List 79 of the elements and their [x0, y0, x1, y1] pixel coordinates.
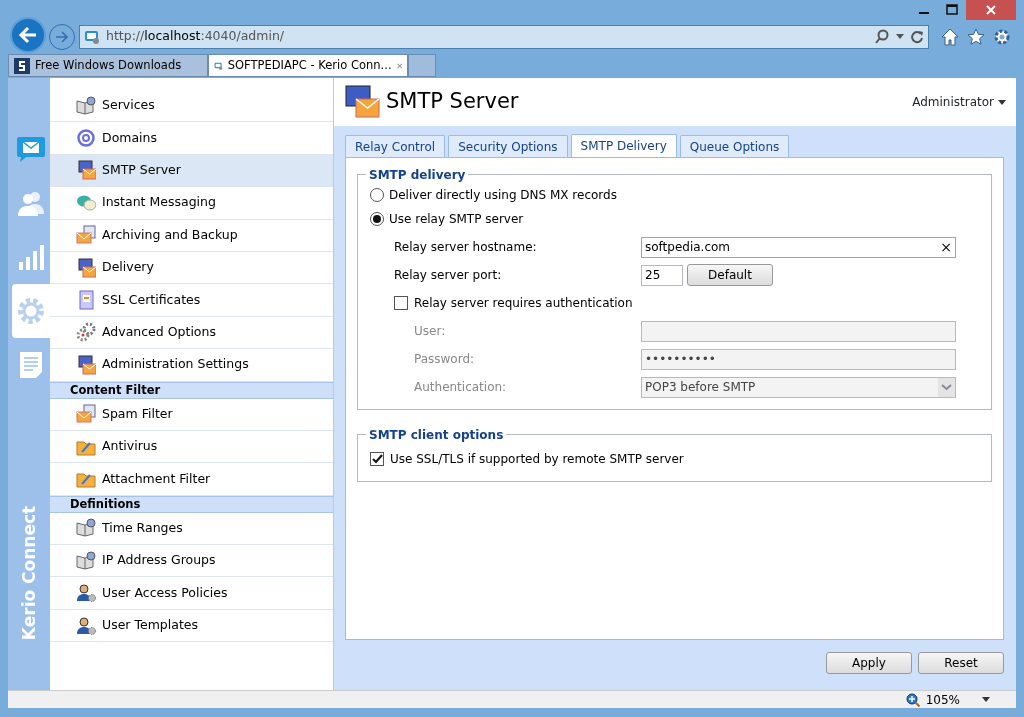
sidebar-item[interactable]: Spam Filter	[50, 398, 333, 431]
field-label: Relay server hostname:	[394, 239, 538, 256]
radio-button[interactable]	[370, 212, 384, 226]
section-legend: SMTP delivery	[366, 166, 469, 184]
envelope-icon	[76, 225, 96, 246]
sidebar-item[interactable]: User Templates	[50, 609, 333, 643]
sidebar-item[interactable]: Archiving and Backup	[50, 219, 333, 252]
radio-button[interactable]	[370, 188, 384, 202]
sidebar-item[interactable]: SSL Certificates	[50, 284, 333, 317]
apply-button[interactable]: Apply	[826, 652, 912, 674]
settings-icon[interactable]	[993, 27, 1011, 46]
tab[interactable]: SMTP Delivery	[570, 134, 677, 157]
book-icon	[76, 550, 96, 571]
port-field[interactable]: 25	[641, 264, 683, 286]
search-icon[interactable]	[874, 28, 890, 45]
page-title: SMTP Server	[386, 88, 519, 116]
sidebar-item[interactable]: Services	[50, 90, 333, 123]
sidebar-item[interactable]: Domains	[50, 122, 333, 155]
default-button[interactable]: Default	[687, 264, 773, 286]
sidebar-item[interactable]: SMTP Server	[50, 154, 333, 188]
sidebar-item[interactable]: Delivery	[50, 251, 333, 285]
field-label: Relay server port:	[394, 267, 503, 284]
back-button[interactable]	[10, 16, 46, 53]
radio-label: Use relay SMTP server	[389, 211, 524, 228]
field-label: Authentication:	[414, 379, 508, 396]
caret-icon	[998, 99, 1006, 105]
monitor-envelope-icon	[76, 257, 96, 278]
brand-name: Kerio Connect	[18, 504, 40, 643]
sidebar-item[interactable]: Instant Messaging	[50, 187, 333, 220]
browser-tab[interactable]: SOFTPEDIAPC - Kerio Conn...	[208, 54, 408, 77]
zoom-level: 105%	[925, 691, 960, 709]
sidebar-item[interactable]: Time Ranges	[50, 512, 333, 546]
user-menu[interactable]: Administrator	[912, 93, 1006, 111]
checkbox-label: Relay server requires authentication	[414, 295, 633, 312]
sidebar-item[interactable]: Administration Settings	[50, 349, 333, 382]
user-icon	[76, 615, 96, 636]
sidebar-item[interactable]: Attachment Filter	[50, 463, 333, 496]
site-logo-icon	[14, 57, 30, 74]
mail-icon[interactable]	[16, 134, 46, 164]
certificate-icon	[76, 290, 96, 311]
dropdown-icon[interactable]	[982, 697, 990, 702]
checkbox[interactable]	[394, 296, 408, 310]
site-icon	[84, 28, 100, 45]
clear-button[interactable]: ×	[940, 236, 952, 258]
checkbox-label: Use SSL/TLS if supported by remote SMTP server	[390, 451, 684, 468]
check-icon	[371, 454, 383, 464]
sidebar-item[interactable]: Antivirus	[50, 430, 333, 464]
monitor-envelope-icon	[76, 160, 96, 181]
tab[interactable]: Relay Control	[345, 135, 446, 157]
forward-arrow-icon	[55, 30, 69, 43]
tab[interactable]: Queue Options	[679, 135, 790, 157]
section-legend: SMTP client options	[366, 426, 507, 444]
browser-tab[interactable]: Free Windows Downloads	[8, 54, 208, 77]
sidebar-item[interactable]: IP Address Groups	[50, 545, 333, 578]
monitor-envelope-icon	[344, 85, 380, 119]
address-bar[interactable]: http://localhost:4040/admin/	[79, 24, 929, 49]
book-icon	[76, 518, 96, 539]
back-arrow-icon	[18, 25, 38, 44]
field-label: Password:	[414, 351, 476, 368]
close-icon[interactable]	[966, 0, 1016, 20]
field-label: User:	[414, 323, 447, 340]
address-text: http://localhost:4040/admin/	[106, 27, 285, 46]
tab[interactable]: Security Options	[448, 135, 568, 157]
sidebar-item[interactable]: User Access Policies	[50, 577, 333, 610]
checkbox[interactable]	[370, 452, 384, 466]
envelope-icon	[76, 404, 96, 425]
sidebar-item[interactable]: Advanced Options	[50, 316, 333, 350]
monitor-envelope-icon	[76, 354, 96, 375]
radio-label: Deliver directly using DNS MX records	[389, 187, 617, 204]
home-icon[interactable]	[941, 27, 959, 46]
reset-button[interactable]: Reset	[918, 652, 1004, 674]
user-field[interactable]	[641, 320, 956, 342]
book-icon	[76, 95, 96, 116]
dropdown-icon[interactable]	[896, 33, 904, 40]
refresh-icon[interactable]	[910, 29, 924, 44]
star-icon[interactable]	[967, 27, 985, 46]
hostname-field[interactable]: softpedia.com ×	[641, 236, 956, 258]
user-icon	[76, 583, 96, 604]
zoom-icon	[905, 692, 920, 707]
